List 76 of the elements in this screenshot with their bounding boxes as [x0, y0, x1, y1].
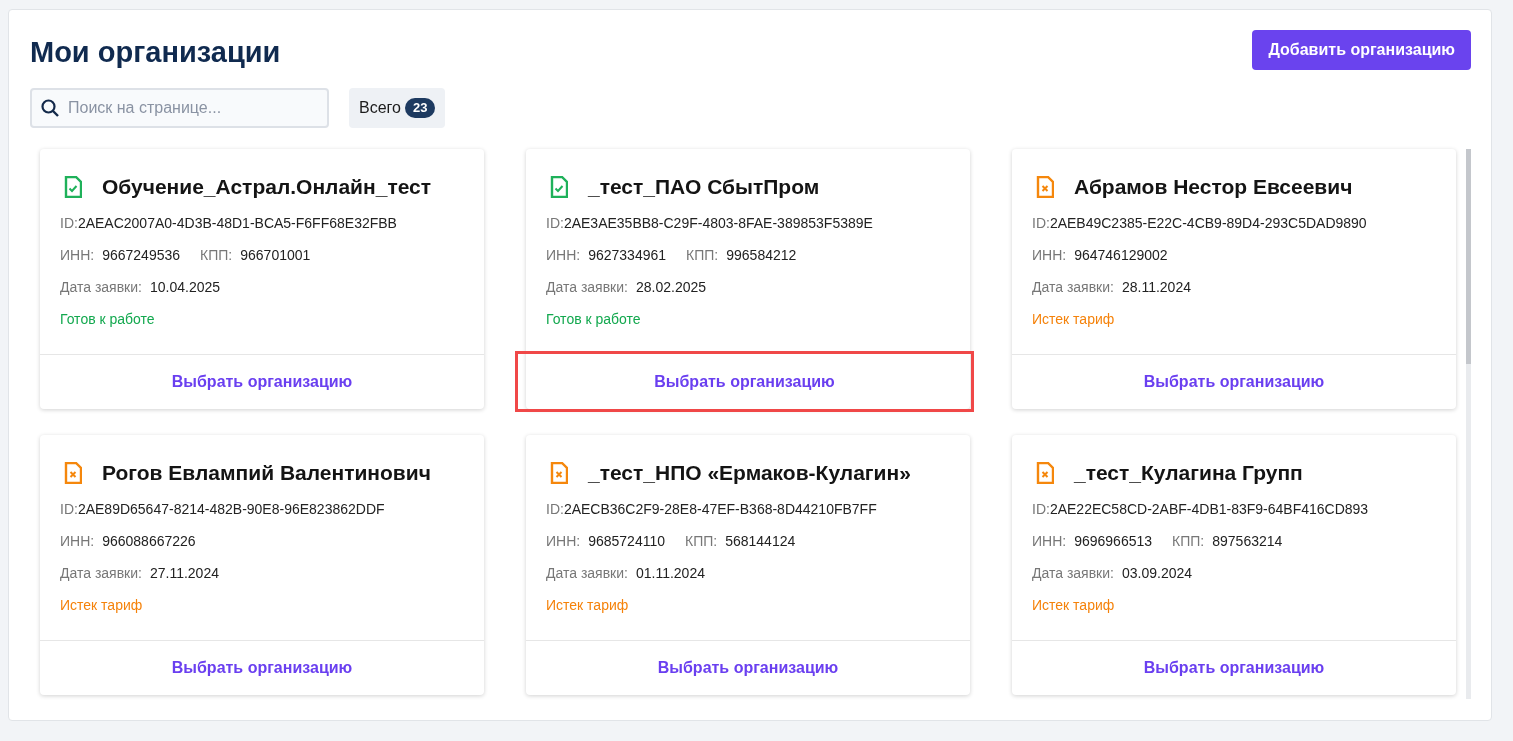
inn-value: 964746129002 [1074, 246, 1168, 265]
inn-value: 9696966513 [1074, 532, 1153, 551]
date-label: Дата заявки: [1032, 564, 1114, 583]
search-field[interactable]: Поиск на странице... [30, 88, 329, 128]
select-organization-button[interactable]: Выбрать организацию [526, 640, 970, 695]
date-value: 01.11.2024 [635, 564, 705, 583]
id-label: ID: [60, 501, 78, 517]
date-label: Дата заявки: [546, 278, 628, 297]
select-organization-button[interactable]: Выбрать организацию [40, 640, 484, 695]
date-value: 10.04.2025 [149, 278, 221, 297]
organization-name: Рогов Евлампий Валентинович [102, 460, 431, 486]
organization-id: 2AE3AE35BB8-C29F-4803-8FAE-389853F5389E [563, 215, 873, 231]
status-text: Готов к работе [546, 310, 642, 329]
count-badge: 23 [404, 98, 436, 118]
document-check-icon [64, 176, 82, 198]
search-icon [40, 98, 60, 118]
status-text: Истек тариф [1032, 310, 1116, 329]
organization-id: 2AECB36C2F9-28E8-47EF-B368-8D44210FB7FF [563, 501, 877, 517]
date-value: 28.11.2024 [1121, 278, 1191, 297]
organization-name: Обучение_Астрал.Онлайн_тест [102, 174, 432, 200]
date-label: Дата заявки: [546, 564, 628, 583]
inn-label: ИНН: [60, 246, 95, 265]
date-label: Дата заявки: [1032, 278, 1114, 297]
page-title: Мои организации [30, 35, 281, 70]
id-label: ID: [1032, 215, 1050, 231]
organization-id: 2AEAC2007A0-4D3B-48D1-BCA5-F6FF68E32FBB [77, 215, 397, 231]
select-organization-button[interactable]: Выбрать организацию [40, 354, 484, 409]
inn-value: 966088667226 [102, 532, 196, 551]
inn-label: ИНН: [60, 532, 95, 551]
status-text: Готов к работе [60, 310, 156, 329]
total-label: Всего [359, 98, 401, 118]
add-organization-button[interactable]: Добавить организацию [1252, 30, 1471, 70]
date-label: Дата заявки: [60, 278, 142, 297]
organization-id: 2AEB49C2385-E22C-4CB9-89D4-293C5DAD9890 [1049, 215, 1367, 231]
inn-label: ИНН: [1032, 246, 1067, 265]
organization-name: Абрамов Нестор Евсеевич [1074, 174, 1353, 200]
id-label: ID: [60, 215, 78, 231]
status-text: Истек тариф [546, 596, 630, 615]
document-cross-icon [1036, 176, 1054, 198]
date-value: 28.02.2025 [635, 278, 707, 297]
id-label: ID: [546, 215, 564, 231]
document-cross-icon [550, 462, 568, 484]
inn-value: 9627334961 [588, 246, 667, 265]
kpp-label: КПП: [685, 532, 718, 551]
organization-name: _тест_НПО «Ермаков-Кулагин» [588, 460, 911, 486]
kpp-value: 966701001 [240, 246, 311, 265]
id-label: ID: [1032, 501, 1050, 517]
date-value: 03.09.2024 [1121, 564, 1193, 583]
inn-label: ИНН: [1032, 532, 1067, 551]
organization-name: _тест_Кулагина Групп [1074, 460, 1303, 486]
organization-id: 2AE89D65647-8214-482B-90E8-96E823862DDF [77, 501, 385, 517]
document-cross-icon [64, 462, 82, 484]
inn-value: 9685724110 [588, 532, 665, 551]
search-input[interactable]: Поиск на странице... [68, 96, 319, 120]
date-label: Дата заявки: [60, 564, 142, 583]
kpp-label: КПП: [1172, 532, 1205, 551]
kpp-value: 897563214 [1212, 532, 1283, 551]
document-check-icon [550, 176, 568, 198]
status-text: Истек тариф [60, 596, 144, 615]
select-organization-button[interactable]: Выбрать организацию [1012, 640, 1456, 695]
select-organization-button[interactable]: Выбрать организацию [515, 351, 974, 412]
organization-id: 2AE22EC58CD-2ABF-4DB1-83F9-64BF416CD893 [1049, 501, 1369, 517]
inn-label: ИНН: [546, 246, 581, 265]
document-cross-icon [1036, 462, 1054, 484]
organization-name: _тест_ПАО СбытПром [588, 174, 820, 200]
kpp-label: КПП: [200, 246, 233, 265]
id-label: ID: [546, 501, 564, 517]
inn-value: 9667249536 [102, 246, 181, 265]
scrollbar[interactable] [1466, 149, 1471, 699]
kpp-value: 568144124 [725, 532, 796, 551]
kpp-value: 996584212 [726, 246, 797, 265]
status-text: Истек тариф [1032, 596, 1116, 615]
inn-label: ИНН: [546, 532, 581, 551]
date-value: 27.11.2024 [149, 564, 219, 583]
kpp-label: КПП: [686, 246, 719, 265]
select-organization-button[interactable]: Выбрать организацию [1012, 354, 1456, 409]
